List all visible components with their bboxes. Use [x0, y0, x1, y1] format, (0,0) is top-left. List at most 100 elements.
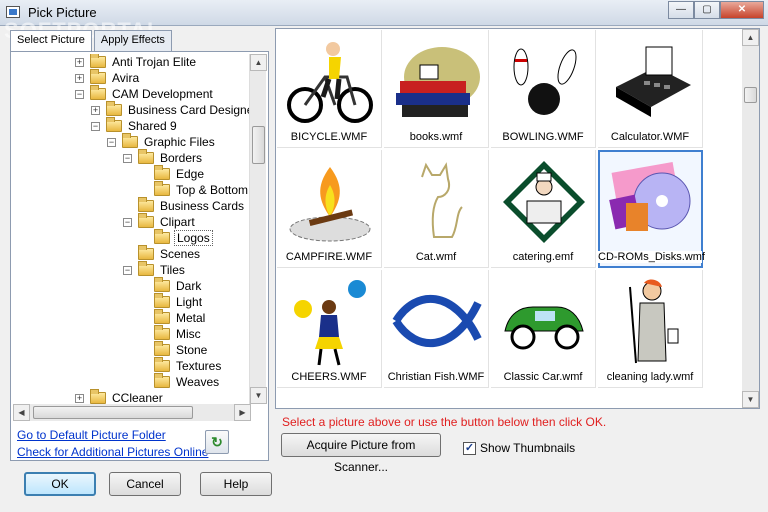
additional-pictures-link[interactable]: Check for Additional Pictures Online: [17, 445, 208, 459]
grid-scroll-thumb[interactable]: [744, 87, 757, 103]
window-title: Pick Picture: [28, 5, 97, 20]
scroll-down-icon[interactable]: ▼: [250, 387, 267, 404]
tree-item-label: Stone: [176, 343, 208, 357]
collapse-icon[interactable]: −: [75, 89, 84, 99]
collapse-icon[interactable]: −: [123, 217, 132, 227]
tree-item-label: CAM Development: [112, 87, 213, 101]
folder-icon: [138, 197, 154, 212]
tree-item[interactable]: Misc: [139, 325, 203, 342]
tree-item-label: Shared 9: [128, 119, 177, 133]
folder-icon: [154, 341, 170, 356]
collapse-icon[interactable]: −: [107, 137, 116, 147]
close-button[interactable]: ✕: [720, 1, 764, 19]
tree-item[interactable]: + Avira: [75, 69, 141, 86]
tree-item[interactable]: − Borders: [123, 149, 204, 166]
tab-select-picture[interactable]: Select Picture: [10, 30, 92, 53]
show-thumbnails-label: Show Thumbnails: [480, 441, 576, 455]
picture-thumbnail[interactable]: cleaning lady.wmf: [598, 270, 703, 388]
tree-item-label: Textures: [176, 359, 222, 373]
grid-scroll-up-icon[interactable]: ▲: [742, 29, 759, 46]
tree-vertical-scrollbar[interactable]: ▲ ▼: [249, 54, 267, 404]
fish-icon: [392, 276, 482, 368]
tree-item-label: Weaves: [176, 375, 220, 389]
maximize-button[interactable]: ▢: [694, 1, 720, 19]
tree-item[interactable]: − Clipart: [123, 213, 197, 230]
folder-tree[interactable]: + Anti Trojan Elite + Avira − CAM Development…: [13, 54, 251, 404]
cat-icon: [392, 156, 482, 248]
acquire-scanner-button[interactable]: Acquire Picture from Scanner...: [281, 433, 441, 474]
picture-thumbnail[interactable]: catering.emf: [491, 150, 596, 268]
tree-item[interactable]: Logos: [139, 229, 213, 246]
minimize-button[interactable]: —: [668, 1, 694, 19]
default-folder-link[interactable]: Go to Default Picture Folder: [17, 428, 166, 442]
tree-item[interactable]: − Tiles: [123, 261, 187, 278]
picture-filename: Cat.wmf: [415, 251, 457, 263]
folder-icon: [154, 373, 170, 388]
tree-item[interactable]: − Graphic Files: [107, 133, 217, 150]
show-thumbnails-checkbox[interactable]: ✓: [463, 442, 476, 455]
cancel-button[interactable]: Cancel: [109, 472, 181, 496]
expand-icon[interactable]: +: [75, 57, 84, 67]
tree-item-label: Tiles: [160, 263, 185, 277]
scroll-left-icon[interactable]: ◀: [13, 404, 30, 421]
tree-scroll-thumb[interactable]: [252, 126, 265, 164]
tab-strip: Select Picture Apply Effects: [10, 30, 174, 53]
tree-item-label: Business Cards: [160, 199, 245, 213]
picture-filename: Christian Fish.WMF: [387, 371, 485, 383]
tree-hscroll-thumb[interactable]: [33, 406, 193, 419]
folder-icon: [154, 293, 170, 308]
tree-horizontal-scrollbar[interactable]: ◀ ▶: [13, 404, 251, 421]
tree-item[interactable]: Light: [139, 293, 204, 310]
picture-thumbnail[interactable]: Cat.wmf: [384, 150, 489, 268]
title-bar: Pick Picture — ▢ ✕: [0, 0, 768, 26]
picture-thumbnail[interactable]: Classic Car.wmf: [491, 270, 596, 388]
bowling-icon: [499, 36, 589, 128]
scroll-up-icon[interactable]: ▲: [250, 54, 267, 71]
tab-apply-effects[interactable]: Apply Effects: [93, 30, 172, 52]
picture-thumbnail[interactable]: BICYCLE.WMF: [277, 30, 382, 148]
picture-thumbnail[interactable]: CAMPFIRE.WMF: [277, 150, 382, 268]
picture-thumbnail[interactable]: Christian Fish.WMF: [384, 270, 489, 388]
expand-icon[interactable]: +: [75, 73, 84, 83]
grid-scroll-down-icon[interactable]: ▼: [742, 391, 759, 408]
collapse-icon[interactable]: −: [123, 265, 132, 275]
tree-item[interactable]: Dark: [139, 277, 203, 294]
tree-item[interactable]: Textures: [139, 357, 223, 374]
folder-icon: [138, 213, 154, 228]
picture-thumbnail[interactable]: books.wmf: [384, 30, 489, 148]
collapse-icon[interactable]: −: [123, 153, 132, 163]
picture-filename: cleaning lady.wmf: [606, 371, 694, 383]
tree-item[interactable]: Weaves: [139, 373, 221, 390]
folder-icon: [138, 149, 154, 164]
picture-filename: CD-ROMs_Disks.wmf: [598, 251, 705, 263]
expand-icon[interactable]: +: [91, 105, 100, 115]
tree-item[interactable]: + Anti Trojan Elite: [75, 54, 198, 70]
tree-item[interactable]: Business Cards: [123, 197, 246, 214]
collapse-icon[interactable]: −: [91, 121, 100, 131]
tree-item[interactable]: Metal: [139, 309, 207, 326]
status-message: Select a picture above or use the button…: [282, 415, 607, 429]
tree-item[interactable]: Edge: [139, 165, 206, 182]
tree-item[interactable]: Stone: [139, 341, 209, 358]
tree-item[interactable]: − Shared 9: [91, 117, 179, 134]
tree-item[interactable]: Top & Bottom: [139, 181, 250, 198]
expand-icon[interactable]: +: [75, 393, 84, 403]
picture-thumbnail[interactable]: Calculator.WMF: [598, 30, 703, 148]
picture-thumbnail[interactable]: BOWLING.WMF: [491, 30, 596, 148]
picture-thumbnail[interactable]: CHEERS.WMF: [277, 270, 382, 388]
refresh-icon[interactable]: ↻: [205, 430, 229, 454]
tree-item[interactable]: − CAM Development: [75, 85, 215, 102]
ok-button[interactable]: OK: [24, 472, 96, 496]
tree-item-label: Clipart: [160, 215, 195, 229]
tree-item[interactable]: Scenes: [123, 245, 202, 262]
tree-item-label: Top & Bottom: [176, 183, 249, 197]
help-button[interactable]: Help: [200, 472, 272, 496]
tree-item-label: Scenes: [160, 247, 201, 261]
bicycle-icon: [285, 36, 375, 128]
picture-thumbnail[interactable]: CD-ROMs_Disks.wmf: [598, 150, 705, 268]
grid-vertical-scrollbar[interactable]: ▲ ▼: [742, 29, 759, 408]
scroll-right-icon[interactable]: ▶: [234, 404, 251, 421]
tree-item[interactable]: + Business Card Designer: [91, 101, 251, 118]
tree-item[interactable]: + CCleaner: [75, 389, 165, 404]
folder-icon: [154, 229, 170, 244]
